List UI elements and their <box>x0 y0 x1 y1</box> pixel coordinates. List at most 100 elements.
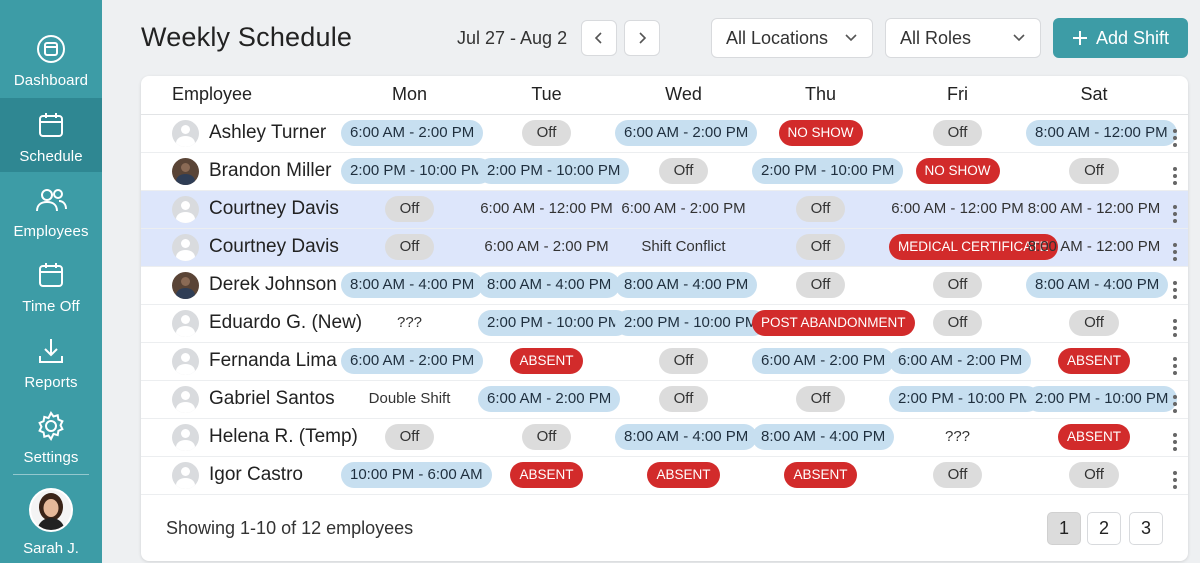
location-filter[interactable]: All Locations <box>711 18 873 58</box>
page-button-3[interactable]: 3 <box>1129 512 1163 545</box>
shift-cell[interactable]: 8:00 AM - 4:00 PM <box>341 266 484 305</box>
shift-cell[interactable]: ABSENT <box>615 456 752 495</box>
sidebar-item-dashboard[interactable]: Dashboard <box>0 22 102 96</box>
shift-cell[interactable]: Off <box>478 418 615 457</box>
shift-cell[interactable]: 8:00 AM - 12:00 PM <box>1026 190 1162 229</box>
shift-cell[interactable]: 6:00 AM - 2:00 PM <box>341 114 484 153</box>
employee-name[interactable]: Courtney Davis <box>209 198 339 220</box>
shift-cell[interactable]: Off <box>341 228 478 267</box>
shift-cell[interactable]: 6:00 AM - 2:00 PM <box>615 190 752 229</box>
shift-cell[interactable]: Off <box>341 418 478 457</box>
more-vertical-icon[interactable] <box>1173 394 1177 413</box>
page-button-1[interactable]: 1 <box>1047 512 1081 545</box>
employee-name[interactable]: Gabriel Santos <box>209 388 335 410</box>
more-vertical-icon[interactable] <box>1173 356 1177 375</box>
shift-cell[interactable]: 8:00 AM - 4:00 PM <box>615 266 758 305</box>
shift-cell[interactable]: 2:00 PM - 10:00 PM <box>478 152 630 191</box>
shift-cell[interactable]: Off <box>1026 304 1162 343</box>
shift-cell[interactable]: Off <box>889 114 1026 153</box>
shift-cell[interactable]: ABSENT <box>752 456 889 495</box>
shift-cell[interactable]: Double Shift <box>341 380 478 419</box>
shift-cell[interactable]: 10:00 PM - 6:00 AM <box>341 456 492 495</box>
shift-cell[interactable]: Off <box>752 228 889 267</box>
table-row[interactable]: Eduardo G. (New)??? 2:00 PM - 10:00 PM 2:0… <box>141 304 1188 343</box>
more-vertical-icon[interactable] <box>1173 470 1177 489</box>
table-row[interactable]: Igor Castro 10:00 PM - 6:00 AM ABSENT ABSEN… <box>141 456 1188 495</box>
more-vertical-icon[interactable] <box>1173 128 1177 147</box>
sidebar-item-settings[interactable]: Settings <box>0 399 102 473</box>
employee-name[interactable]: Derek Johnson <box>209 274 337 296</box>
shift-cell[interactable]: 2:00 PM - 10:00 PM <box>615 304 767 343</box>
shift-cell[interactable]: ABSENT <box>1026 342 1162 381</box>
shift-cell[interactable]: 2:00 PM - 10:00 PM <box>889 380 1041 419</box>
shift-cell[interactable]: Shift Conflict <box>615 228 752 267</box>
employee-name[interactable]: Igor Castro <box>209 464 303 486</box>
add-shift-button[interactable]: Add Shift <box>1053 18 1188 58</box>
table-row[interactable]: Helena R. (Temp) Off Off 8:00 AM - 4:00 PM 8… <box>141 418 1188 457</box>
shift-cell[interactable]: ABSENT <box>1026 418 1162 457</box>
shift-cell[interactable]: ??? <box>889 418 1026 457</box>
shift-cell[interactable]: Off <box>752 266 889 305</box>
user-profile[interactable]: Sarah J. <box>0 488 102 557</box>
previous-week-button[interactable] <box>581 20 617 56</box>
shift-cell[interactable]: Off <box>341 190 478 229</box>
shift-cell[interactable]: Off <box>752 380 889 419</box>
more-vertical-icon[interactable] <box>1173 242 1177 261</box>
employee-name[interactable]: Courtney Davis <box>209 236 339 258</box>
more-vertical-icon[interactable] <box>1173 204 1177 223</box>
page-button-2[interactable]: 2 <box>1087 512 1121 545</box>
shift-cell[interactable]: 6:00 AM - 2:00 PM <box>615 114 758 153</box>
shift-cell[interactable]: 6:00 AM - 2:00 PM <box>478 380 621 419</box>
shift-cell[interactable]: 6:00 AM - 2:00 PM <box>341 342 484 381</box>
sidebar-item-reports[interactable]: Reports <box>0 324 102 398</box>
table-row[interactable]: Gabriel Santos Double Shift 6:00 AM - 2:00… <box>141 380 1188 419</box>
shift-cell[interactable]: 6:00 AM - 2:00 PM <box>889 342 1032 381</box>
shift-cell[interactable]: POST ABANDONMENT <box>752 304 915 343</box>
employee-name[interactable]: Ashley Turner <box>209 122 326 144</box>
more-vertical-icon[interactable] <box>1173 318 1177 337</box>
shift-cell[interactable]: Off <box>889 266 1026 305</box>
shift-cell[interactable]: 2:00 PM - 10:00 PM <box>1026 380 1178 419</box>
shift-cell[interactable]: 6:00 AM - 2:00 PM <box>478 228 615 267</box>
shift-cell[interactable]: 8:00 AM - 12:00 PM <box>1026 228 1162 267</box>
shift-cell[interactable]: Off <box>1026 456 1162 495</box>
sidebar-item-time-off[interactable]: Time Off <box>0 248 102 322</box>
shift-cell[interactable]: Off <box>1026 152 1162 191</box>
shift-cell[interactable]: Off <box>752 190 889 229</box>
shift-cell[interactable]: Off <box>478 114 615 153</box>
employee-name[interactable]: Fernanda Lima <box>209 350 337 372</box>
role-filter[interactable]: All Roles <box>885 18 1041 58</box>
shift-cell[interactable]: 6:00 AM - 12:00 PM <box>478 190 615 229</box>
next-week-button[interactable] <box>624 20 660 56</box>
more-vertical-icon[interactable] <box>1173 432 1177 451</box>
shift-cell[interactable]: 6:00 AM - 12:00 PM <box>889 190 1026 229</box>
shift-cell[interactable]: 8:00 AM - 4:00 PM <box>752 418 895 457</box>
shift-cell[interactable]: ABSENT <box>478 342 615 381</box>
shift-cell[interactable]: Off <box>615 152 752 191</box>
table-row[interactable]: Courtney Davis Off 6:00 AM - 2:00 PM Shift … <box>141 228 1188 267</box>
table-row[interactable]: Courtney Davis Off 6:00 AM - 12:00 PM 6:00 … <box>141 190 1188 229</box>
shift-cell[interactable]: Off <box>615 380 752 419</box>
shift-cell[interactable]: Off <box>615 342 752 381</box>
shift-cell[interactable]: 8:00 AM - 4:00 PM <box>1026 266 1169 305</box>
sidebar-item-employees[interactable]: Employees <box>0 173 102 247</box>
shift-cell[interactable]: 2:00 PM - 10:00 PM <box>752 152 904 191</box>
shift-cell[interactable]: NO SHOW <box>889 152 1026 191</box>
table-row[interactable]: Ashley Turner 6:00 AM - 2:00 PM Off 6:00 AM… <box>141 114 1188 153</box>
shift-cell[interactable]: 8:00 AM - 4:00 PM <box>478 266 621 305</box>
table-row[interactable]: Derek Johnson 8:00 AM - 4:00 PM 8:00 AM - … <box>141 266 1188 305</box>
shift-cell[interactable]: 6:00 AM - 2:00 PM <box>752 342 895 381</box>
employee-name[interactable]: Brandon Miller <box>209 160 332 182</box>
shift-cell[interactable]: MEDICAL CERTIFICATE <box>889 228 1058 267</box>
employee-name[interactable]: Eduardo G. (New) <box>209 312 362 334</box>
shift-cell[interactable]: 2:00 PM - 10:00 PM <box>478 304 630 343</box>
shift-cell[interactable]: 8:00 AM - 12:00 PM <box>1026 114 1177 153</box>
sidebar-item-schedule[interactable]: Schedule <box>0 98 102 172</box>
employee-name[interactable]: Helena R. (Temp) <box>209 426 358 448</box>
table-row[interactable]: Brandon Miller 2:00 PM - 10:00 PM 2:00 PM … <box>141 152 1188 191</box>
more-vertical-icon[interactable] <box>1173 280 1177 299</box>
shift-cell[interactable]: Off <box>889 456 1026 495</box>
shift-cell[interactable]: 8:00 AM - 4:00 PM <box>615 418 758 457</box>
shift-cell[interactable]: 2:00 PM - 10:00 PM <box>341 152 493 191</box>
table-row[interactable]: Fernanda Lima 6:00 AM - 2:00 PM ABSENT Off 6… <box>141 342 1188 381</box>
